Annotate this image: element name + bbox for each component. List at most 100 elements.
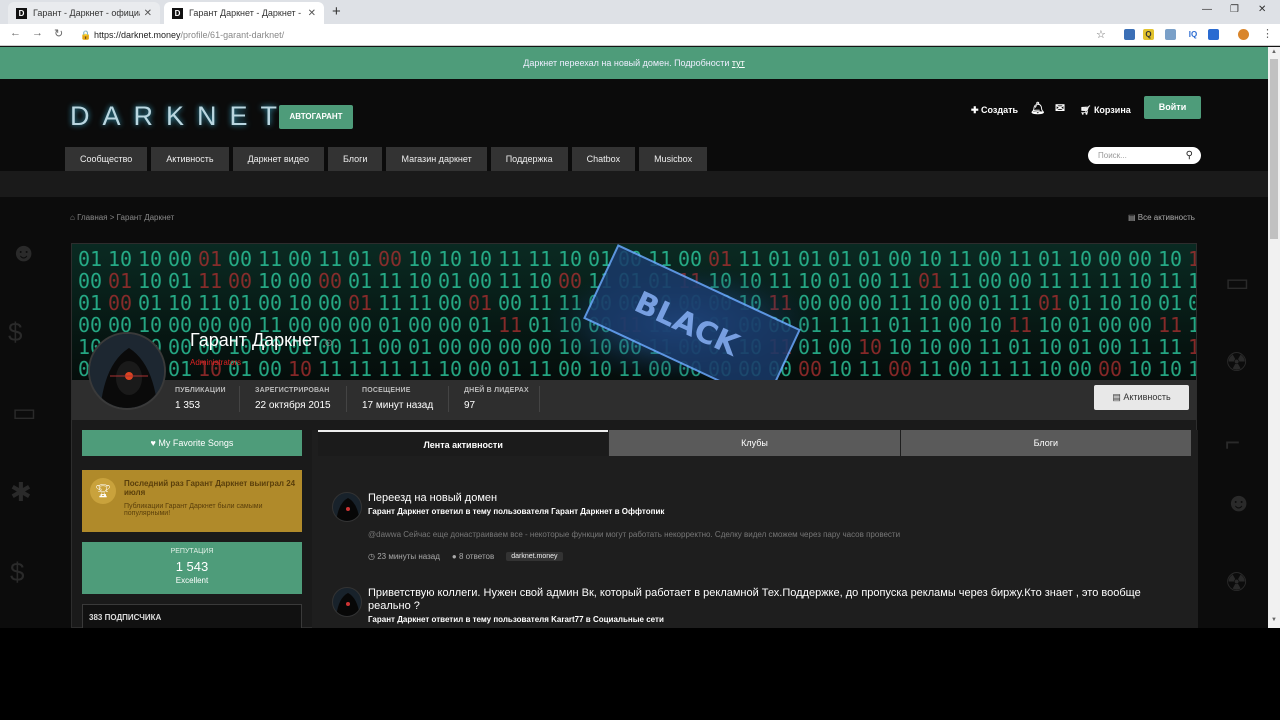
home-icon: ⌂: [70, 213, 78, 222]
follow-icon[interactable]: ⊙: [325, 338, 333, 349]
feed-item-subtitle: Гарант Даркнет ответил в тему пользовате…: [368, 507, 665, 516]
create-link[interactable]: ✚ Создать: [971, 105, 1018, 116]
binary-digit: 00: [858, 269, 882, 293]
autogarant-button[interactable]: АВТОГАРАНТ: [279, 105, 353, 129]
menu-icon[interactable]: ⋮: [1262, 27, 1273, 40]
nav-item-chatbox[interactable]: Chatbox: [571, 147, 636, 171]
binary-digit: 00: [498, 291, 522, 315]
binary-digit: 10: [828, 357, 852, 380]
extension-icon[interactable]: [1208, 29, 1219, 40]
breadcrumb-home[interactable]: Главная: [77, 213, 107, 222]
binary-digit: 01: [348, 291, 372, 315]
bell-icon[interactable]: 🔔︎: [1030, 101, 1045, 115]
close-tab-icon[interactable]: ✕: [308, 8, 316, 19]
back-icon[interactable]: ←: [10, 27, 21, 39]
binary-digit: 00: [978, 269, 1002, 293]
leaderboard-widget: 🏆︎ Последний раз Гарант Даркнет выиграл …: [82, 470, 302, 532]
binary-digit: 00: [228, 247, 252, 271]
feed-item-quote: @dawwa Сейчас еще донастраиваем все - не…: [368, 530, 901, 539]
browser-tab-2[interactable]: D Гарант Даркнет - Даркнет - оф ✕: [164, 2, 324, 24]
binary-digit: 00: [888, 247, 912, 271]
bookmark-star-icon[interactable]: ☆: [1096, 28, 1106, 41]
replies-text: 8 ответов: [458, 552, 495, 561]
restore-icon[interactable]: ❐: [1230, 4, 1239, 15]
extension-icon[interactable]: [1124, 29, 1135, 40]
binary-digit: 00: [828, 291, 852, 315]
close-window-icon[interactable]: ✕: [1258, 4, 1266, 15]
binary-digit: 01: [978, 291, 1002, 315]
scrollbar-thumb[interactable]: [1270, 59, 1278, 239]
binary-digit: 11: [1008, 291, 1032, 315]
tab-blogs[interactable]: Блоги: [900, 430, 1191, 456]
extension-icon[interactable]: Q: [1143, 29, 1154, 40]
binary-digit: 11: [528, 357, 552, 380]
all-activity-link[interactable]: ▤ Все активность: [1128, 213, 1195, 222]
binary-digit: 01: [1068, 313, 1092, 337]
feed-avatar[interactable]: [332, 492, 362, 522]
stat-label: ПУБЛИКАЦИИ: [175, 387, 226, 394]
nav-item-blogs[interactable]: Блоги: [327, 147, 383, 171]
binary-digit: 11: [1008, 357, 1032, 380]
envelope-icon[interactable]: ✉: [1055, 101, 1065, 115]
nav-item-shop[interactable]: Магазин даркнет: [386, 147, 487, 171]
profile-avatar-icon[interactable]: [1238, 29, 1249, 40]
rss-icon: ▤: [1128, 213, 1138, 222]
scroll-up-icon[interactable]: ▲: [1271, 49, 1277, 55]
login-button[interactable]: Войти: [1144, 96, 1201, 119]
feed-item-title[interactable]: Приветствую коллеги. Нужен свой админ Вк…: [368, 587, 1158, 613]
binary-digit: 11: [378, 291, 402, 315]
binary-digit: 00: [888, 357, 912, 380]
feed-avatar[interactable]: [332, 587, 362, 617]
profile-avatar[interactable]: [88, 332, 166, 410]
leader-title: Последний раз Гарант Даркнет выиграл 24 …: [124, 479, 296, 497]
minimize-icon[interactable]: —: [1202, 4, 1212, 15]
favorite-songs-label: My Favorite Songs: [158, 438, 234, 448]
tab-clubs[interactable]: Клубы: [609, 430, 900, 456]
nav-item-activity[interactable]: Активность: [151, 147, 229, 171]
binary-digit: 00: [318, 269, 342, 293]
new-tab-icon[interactable]: +: [332, 3, 341, 20]
tab-activity-feed[interactable]: Лента активности: [318, 430, 609, 456]
binary-digit: 00: [438, 313, 462, 337]
search-icon[interactable]: ⚲: [1186, 147, 1193, 164]
binary-digit: 00: [468, 357, 492, 380]
binary-digit: 10: [108, 247, 132, 271]
binary-digit: 00: [1128, 313, 1152, 337]
binary-digit: 00: [228, 269, 252, 293]
binary-digit: 01: [888, 313, 912, 337]
cart-link[interactable]: 🛒︎ Корзина: [1080, 105, 1131, 116]
binary-digit: 11: [1098, 269, 1122, 293]
search-input[interactable]: Поиск... ⚲: [1088, 147, 1201, 164]
favorite-songs-button[interactable]: ♥ My Favorite Songs: [82, 430, 302, 456]
forward-icon[interactable]: →: [32, 27, 43, 39]
nav-item-video[interactable]: Даркнет видео: [232, 147, 324, 171]
binary-digit: 10: [888, 335, 912, 359]
binary-digit: 01: [858, 247, 882, 271]
url-field[interactable]: 🔒 https://darknet.money/profile/61-garan…: [80, 27, 1110, 43]
feed-item-tag[interactable]: darknet.money: [506, 552, 563, 561]
scroll-down-icon[interactable]: ▼: [1271, 617, 1277, 623]
page-scrollbar[interactable]: ▲ ▼: [1268, 47, 1280, 628]
cart-label: Корзина: [1093, 105, 1131, 115]
nav-item-community[interactable]: Сообщество: [65, 147, 148, 171]
feed-item-title[interactable]: Переезд на новый домен: [368, 492, 1158, 505]
activity-button[interactable]: ▤ Активность: [1094, 385, 1189, 410]
nav-item-musicbox[interactable]: Musicbox: [639, 147, 708, 171]
activity-button-label: Активность: [1123, 392, 1171, 402]
site-logo[interactable]: DARKNET: [70, 101, 290, 132]
reload-icon[interactable]: ↻: [54, 27, 63, 40]
binary-digit: 10: [1098, 291, 1122, 315]
close-tab-icon[interactable]: ✕: [144, 8, 152, 19]
notice-link[interactable]: тут: [732, 58, 745, 68]
stat-divider: [239, 386, 240, 412]
binary-digit: 11: [318, 247, 342, 271]
nav-item-support[interactable]: Поддержка: [490, 147, 568, 171]
extension-icon[interactable]: IQ: [1186, 29, 1200, 40]
binary-digit: 10: [1158, 357, 1182, 380]
shield-extension-icon[interactable]: [1165, 29, 1176, 40]
binary-digit: 01: [498, 357, 522, 380]
domain-notice: Даркнет переехал на новый домен. Подробн…: [0, 47, 1268, 79]
browser-tab-1[interactable]: D Гарант - Даркнет - официальн ✕: [8, 2, 160, 24]
binary-digit: 10: [1128, 269, 1152, 293]
binary-digit: 00: [1008, 269, 1032, 293]
